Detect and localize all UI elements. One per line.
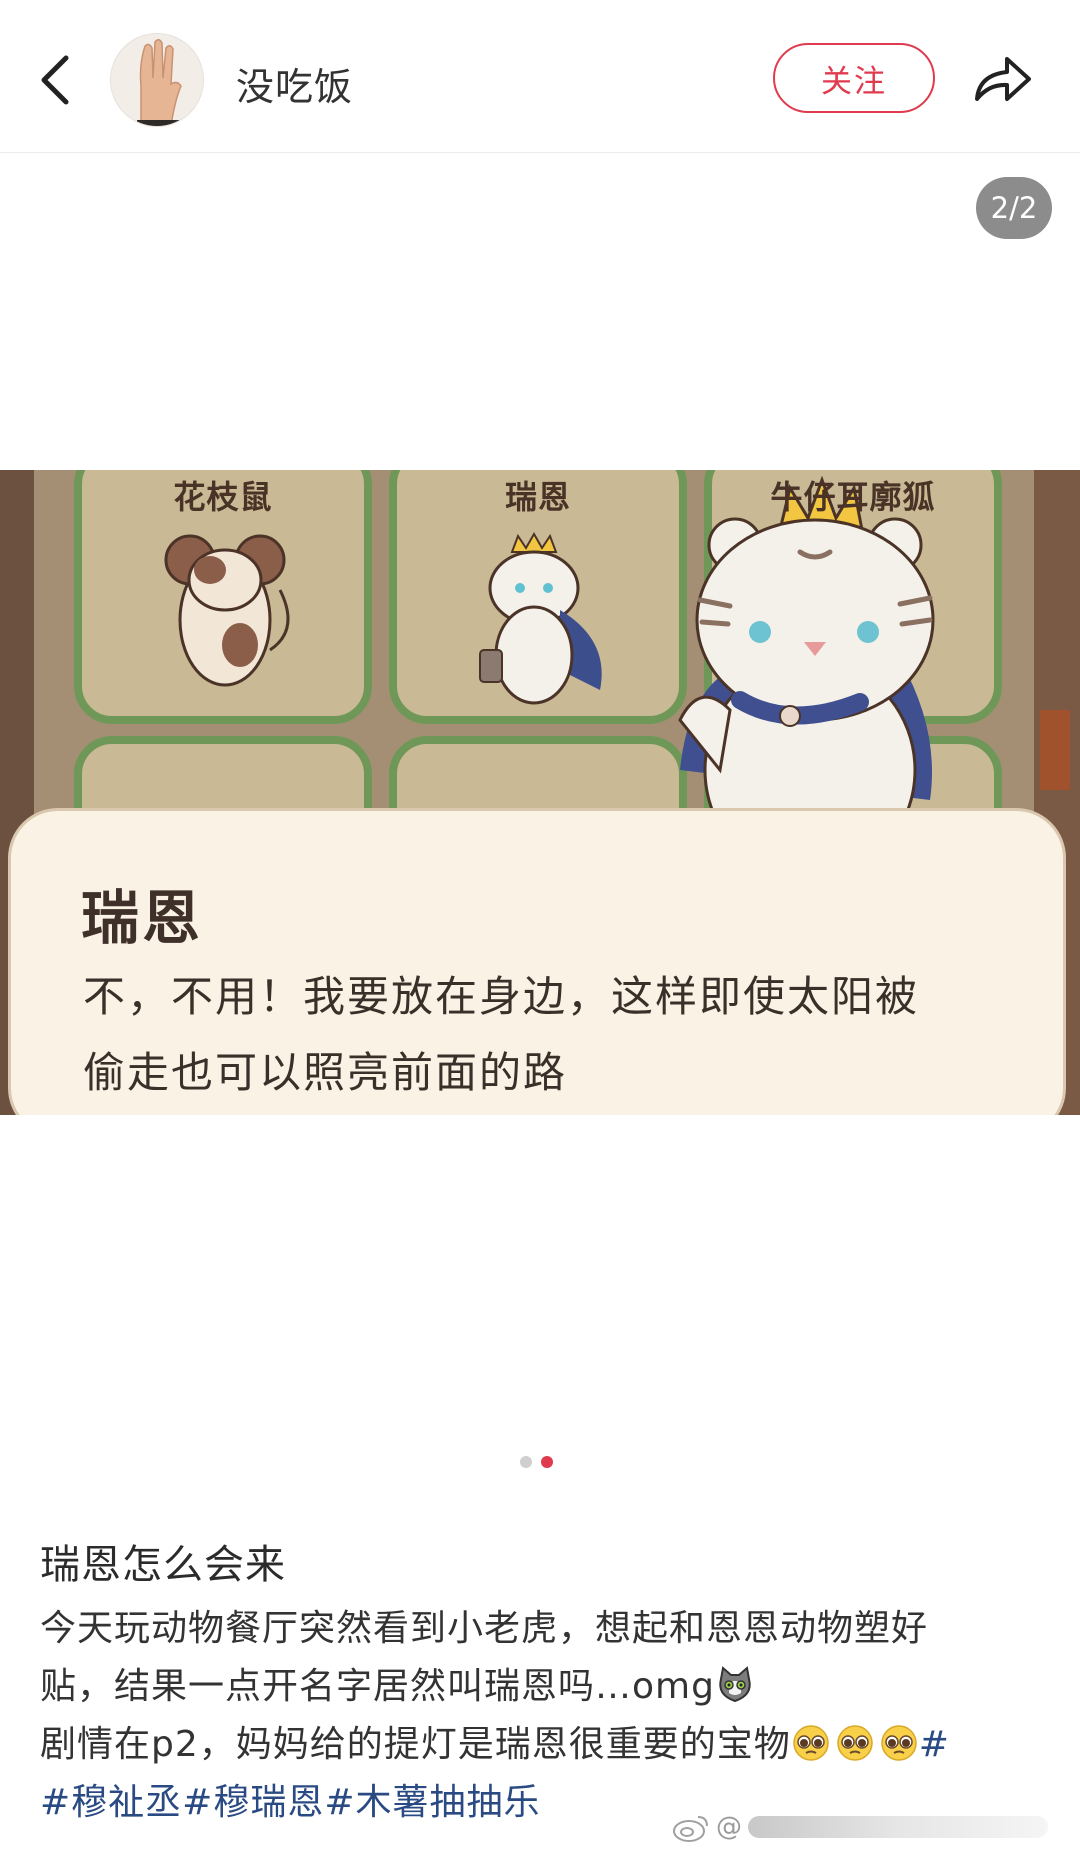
dialog-speaker: 瑞恩: [81, 884, 204, 952]
pleading-face-emoji-icon: [881, 1725, 917, 1761]
dialog-box: 瑞恩 不，不用！我要放在身边，这样即使太阳被 偷走也可以照亮前面的路: [8, 808, 1066, 1115]
dialog-line: 不，不用！我要放在身边，这样即使太阳被: [83, 972, 920, 1021]
watermark-redacted: [748, 1816, 1048, 1838]
card-label: 牛仔耳廓狐: [770, 478, 936, 516]
post-image[interactable]: 花枝鼠 瑞恩 牛仔耳廓狐 瑞恩 不，不用！我要放在身边，这样即使太阳被 偷走也可…: [0, 470, 1080, 1115]
author-avatar[interactable]: [110, 33, 204, 127]
post-line-3: 剧情在p2，妈妈给的提灯是瑞恩很重要的宝物 #: [40, 1716, 1050, 1774]
chevron-left-icon: [41, 55, 69, 105]
watermark-handle: @: [716, 1812, 742, 1842]
card-label: 花枝鼠: [173, 478, 273, 516]
carousel-dot[interactable]: [520, 1456, 532, 1468]
hand-avatar-image: [111, 34, 203, 126]
author-name[interactable]: 没吃饭: [236, 56, 353, 111]
share-button[interactable]: [970, 46, 1036, 112]
cat-emoji-icon: [719, 1666, 751, 1703]
carousel-indicator: [520, 1456, 560, 1470]
follow-button[interactable]: 关注: [773, 43, 935, 113]
post-line-text: 剧情在p2，妈妈给的提灯是瑞恩很重要的宝物: [40, 1724, 791, 1765]
pleading-face-emoji-icon: [837, 1725, 873, 1761]
dialog-line: 偷走也可以照亮前面的路: [83, 1048, 568, 1097]
weibo-watermark: @: [672, 1812, 1048, 1842]
weibo-logo-icon: [673, 1816, 708, 1842]
post-body: 今天玩动物餐厅突然看到小老虎，想起和恩恩动物塑好 贴，结果一点开名字居然叫瑞恩吗…: [40, 1600, 1050, 1832]
post-title: 瑞恩怎么会来: [40, 1542, 286, 1588]
carousel-dot-active[interactable]: [541, 1456, 553, 1468]
back-button[interactable]: [28, 40, 82, 120]
pleading-face-emoji-icon: [793, 1725, 829, 1761]
top-bar: 没吃饭 关注: [0, 0, 1080, 153]
share-icon: [975, 57, 1031, 101]
hashtag-start[interactable]: #: [919, 1724, 950, 1765]
post-line: 今天玩动物餐厅突然看到小老虎，想起和恩恩动物塑好: [40, 1608, 929, 1649]
card-label: 瑞恩: [504, 478, 571, 516]
image-page-counter: 2/2: [976, 177, 1052, 239]
post-line-2: 贴，结果一点开名字居然叫瑞恩吗…omg: [40, 1658, 1050, 1716]
hashtag-link[interactable]: #木薯抽抽乐: [324, 1782, 540, 1823]
post-line-text: 贴，结果一点开名字居然叫瑞恩吗…omg: [40, 1666, 715, 1707]
hashtag-link[interactable]: #穆祉丞: [40, 1782, 182, 1823]
hashtag-link[interactable]: #穆瑞恩: [182, 1782, 324, 1823]
